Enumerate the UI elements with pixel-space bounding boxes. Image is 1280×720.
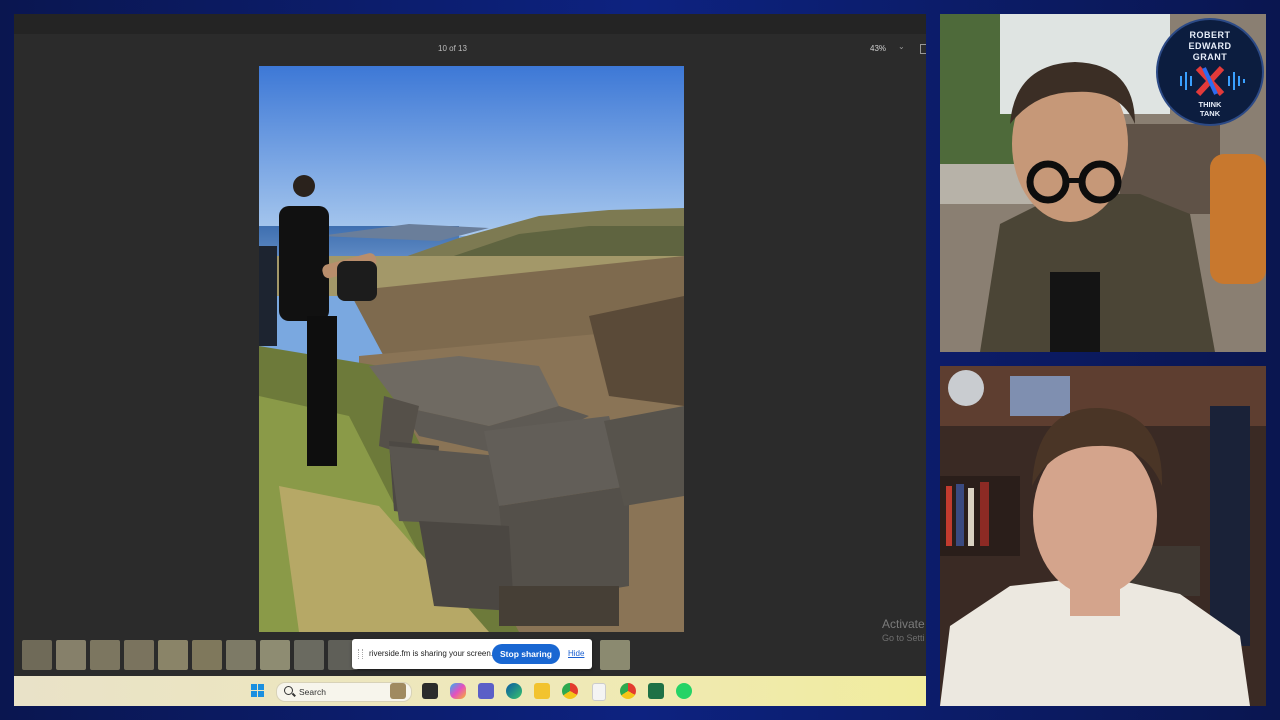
search-placeholder: Search bbox=[299, 687, 326, 697]
image-counter: 10 of 13 bbox=[438, 44, 467, 53]
widget-icon[interactable] bbox=[390, 683, 406, 699]
viewer-titlebar bbox=[14, 14, 926, 34]
copilot-icon[interactable] bbox=[450, 683, 466, 699]
excavation-photo bbox=[259, 66, 684, 632]
chrome-profile-icon[interactable] bbox=[620, 683, 636, 699]
notepad-icon[interactable] bbox=[592, 683, 606, 701]
thumbnail[interactable] bbox=[226, 640, 256, 670]
shared-screen: 10 of 13 43% ⌄ Activate Go to Setti rive… bbox=[14, 14, 926, 706]
thumbnail[interactable] bbox=[600, 640, 630, 670]
thumbnail[interactable] bbox=[90, 640, 120, 670]
activation-watermark-subtitle: Go to Setti bbox=[882, 633, 925, 643]
start-icon[interactable] bbox=[251, 684, 265, 698]
thumbnail[interactable] bbox=[260, 640, 290, 670]
stop-sharing-button[interactable]: Stop sharing bbox=[492, 644, 560, 664]
share-notice-text: riverside.fm is sharing your screen. bbox=[369, 649, 494, 658]
expand-icon[interactable] bbox=[920, 44, 926, 54]
thumbnail[interactable] bbox=[294, 640, 324, 670]
logo-tagline-1: THINK bbox=[1198, 100, 1222, 109]
zoom-level[interactable]: 43% bbox=[870, 44, 886, 53]
viewer-toolbar bbox=[14, 34, 926, 62]
thumbnail[interactable] bbox=[22, 640, 52, 670]
taskbar: Search bbox=[14, 676, 926, 706]
logo-tagline-2: TANK bbox=[1199, 109, 1221, 118]
excel-icon[interactable] bbox=[648, 683, 664, 699]
chevron-down-icon[interactable]: ⌄ bbox=[898, 42, 905, 51]
chrome-icon[interactable] bbox=[562, 683, 578, 699]
logo-line-3: GRANT bbox=[1192, 52, 1228, 62]
logo-line-2: EDWARD bbox=[1188, 41, 1232, 51]
thumbnail[interactable] bbox=[124, 640, 154, 670]
file-explorer-icon[interactable] bbox=[534, 683, 550, 699]
screen-share-notice: riverside.fm is sharing your screen. Sto… bbox=[352, 639, 592, 669]
video-tile-guest bbox=[940, 366, 1266, 706]
teams-icon[interactable] bbox=[478, 683, 494, 699]
hide-link[interactable]: Hide bbox=[568, 649, 584, 658]
thumbnail[interactable] bbox=[192, 640, 222, 670]
edge-icon[interactable] bbox=[506, 683, 522, 699]
logo-line-1: ROBERT bbox=[1189, 30, 1231, 40]
waveform-icon bbox=[1180, 65, 1245, 97]
whatsapp-icon[interactable] bbox=[676, 683, 692, 699]
podcast-logo: ROBERT EDWARD GRANT THINK TANK bbox=[1156, 18, 1264, 126]
thumbnail[interactable] bbox=[158, 640, 188, 670]
task-view-icon[interactable] bbox=[422, 683, 438, 699]
search-icon bbox=[284, 686, 293, 695]
activation-watermark-title: Activate bbox=[882, 617, 925, 631]
drag-handle-icon[interactable] bbox=[358, 649, 363, 659]
thumbnail[interactable] bbox=[56, 640, 86, 670]
